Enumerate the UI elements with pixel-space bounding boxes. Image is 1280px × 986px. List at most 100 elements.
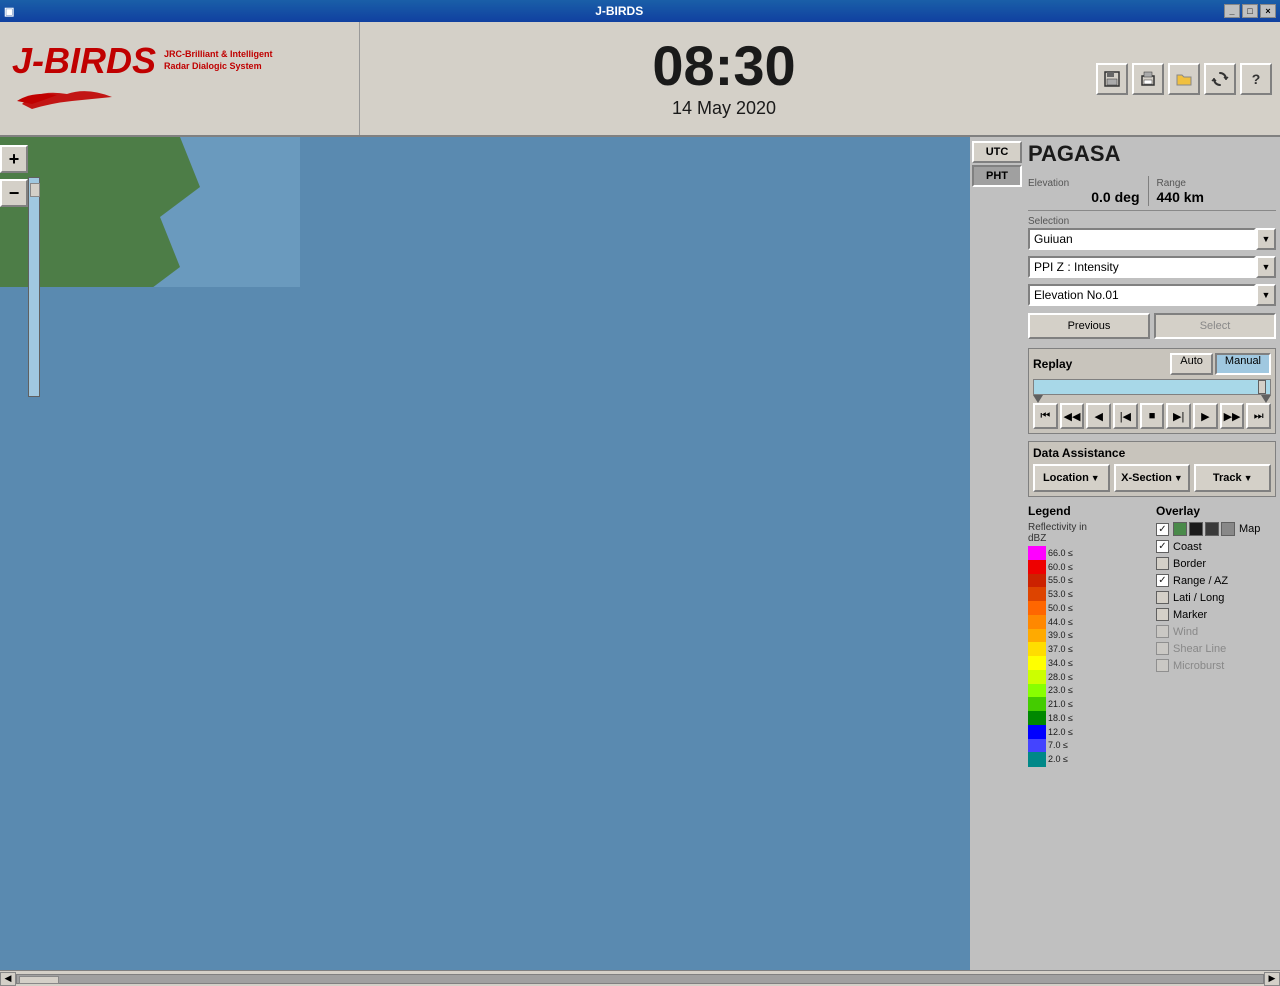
scale-swatch (1028, 574, 1046, 589)
skip-end-button[interactable]: ⏭ (1246, 403, 1271, 429)
overlay-checkbox-marker[interactable] (1156, 608, 1169, 621)
zoom-slider[interactable] (28, 177, 40, 397)
utc-pht-column: UTC PHT (970, 137, 1024, 970)
maximize-button[interactable]: □ (1242, 4, 1258, 18)
selection-dropdown-arrow[interactable]: ▼ (1256, 228, 1276, 250)
replay-slider-container (1033, 379, 1271, 395)
scale-label-item: 12.0 ≤ (1048, 725, 1073, 739)
pht-button[interactable]: PHT (972, 165, 1022, 187)
slider-left-marker (1033, 395, 1043, 403)
radar-map: 330km 220km 110km 220km 110km 110km 220k… (0, 137, 300, 287)
overlay-checkbox-border[interactable] (1156, 557, 1169, 570)
zoom-slider-thumb[interactable] (30, 183, 40, 197)
selection-dropdown-container: Guiuan ▼ (1028, 228, 1276, 250)
minimize-button[interactable]: _ (1224, 4, 1240, 18)
xsection-button[interactable]: X-Section ▼ (1114, 464, 1191, 492)
replay-header: Replay Auto Manual (1033, 353, 1271, 375)
scale-swatch (1028, 642, 1046, 657)
close-button[interactable]: × (1260, 4, 1276, 18)
data-assistance-buttons: Location ▼ X-Section ▼ Track ▼ (1033, 464, 1271, 492)
legend-bar: 66.0 ≤60.0 ≤55.0 ≤53.0 ≤50.0 ≤44.0 ≤39.0… (1028, 546, 1148, 766)
refresh-button[interactable] (1204, 63, 1236, 95)
overlay-item: Border (1156, 557, 1276, 570)
overlay-item: Microburst (1156, 659, 1276, 672)
replay-slider[interactable] (1033, 379, 1271, 395)
titlebar-title: J-BIRDS (595, 4, 643, 18)
save-button[interactable] (1096, 63, 1128, 95)
selection-row: Selection Guiuan ▼ (1028, 216, 1276, 250)
folder-button[interactable] (1168, 63, 1200, 95)
scale-swatch (1028, 546, 1046, 561)
select-button[interactable]: Select (1154, 313, 1276, 339)
skip-start-icon: ⏮ (1040, 410, 1050, 423)
print-button[interactable] (1132, 63, 1164, 95)
elevation-no-input[interactable]: Elevation No.01 (1028, 284, 1256, 306)
refresh-icon (1211, 70, 1229, 88)
location-dropdown-icon: ▼ (1091, 473, 1100, 483)
zoom-out-button[interactable]: − (0, 179, 28, 207)
step-forward-button[interactable]: ▶| (1166, 403, 1191, 429)
replay-mode-buttons: Auto Manual (1170, 353, 1271, 375)
elevation-no-arrow[interactable]: ▼ (1256, 284, 1276, 306)
legend-overlay-container: Legend Reflectivity in dBZ 66.0 ≤60.0 ≤5… (1028, 504, 1276, 770)
logo-subtitle: JRC-Brilliant & Intelligent Radar Dialog… (164, 49, 273, 72)
scale-swatch (1028, 670, 1046, 685)
date-display: 14 May 2020 (672, 98, 776, 119)
scroll-right-button[interactable]: ▶ (1264, 972, 1280, 986)
overlay-label-text: Border (1173, 558, 1206, 570)
overlay-item: Wind (1156, 625, 1276, 638)
selection-input[interactable]: Guiuan (1028, 228, 1256, 250)
data-assistance-section: Data Assistance Location ▼ X-Section ▼ T… (1028, 441, 1276, 497)
scroll-track[interactable] (16, 974, 1264, 984)
location-button[interactable]: Location ▼ (1033, 464, 1110, 492)
rewind-button[interactable]: ◀ (1086, 403, 1111, 429)
replay-section: Replay Auto Manual (1028, 348, 1276, 434)
overlay-checkbox-shear-line[interactable] (1156, 642, 1169, 655)
overlay-section: Overlay MapCoastBorderRange / AZLati / L… (1156, 504, 1276, 770)
manual-button[interactable]: Manual (1215, 353, 1271, 375)
help-button[interactable]: ? (1240, 63, 1272, 95)
overlay-label-text: Shear Line (1173, 643, 1226, 655)
skip-start-button[interactable]: ⏮ (1033, 403, 1058, 429)
overlay-label-text: Wind (1173, 626, 1198, 638)
overlay-label-text: Range / AZ (1173, 575, 1228, 587)
overlay-checkbox-lati---long[interactable] (1156, 591, 1169, 604)
bottom-scrollbar[interactable]: ◀ ▶ (0, 970, 1280, 986)
fast-forward-button[interactable]: ▶▶ (1220, 403, 1245, 429)
utc-button[interactable]: UTC (972, 141, 1022, 163)
overlay-checkbox-coast[interactable] (1156, 540, 1169, 553)
overlay-checkbox-wind[interactable] (1156, 625, 1169, 638)
overlay-item: Lati / Long (1156, 591, 1276, 604)
swatch (1173, 522, 1187, 536)
scale-label-item: 39.0 ≤ (1048, 629, 1073, 643)
replay-slider-thumb[interactable] (1258, 380, 1266, 394)
scroll-left-button[interactable]: ◀ (0, 972, 16, 986)
overlay-label-text: Marker (1173, 609, 1207, 621)
track-button[interactable]: Track ▼ (1194, 464, 1271, 492)
play-button[interactable]: ▶ (1193, 403, 1218, 429)
scale-swatch (1028, 560, 1046, 575)
ppi-input[interactable]: PPI Z : Intensity (1028, 256, 1256, 278)
overlay-checkbox-map[interactable] (1156, 523, 1169, 536)
overlay-checkbox-microburst[interactable] (1156, 659, 1169, 672)
datetime-area: 08:30 14 May 2020 (360, 22, 1088, 135)
step-back-button[interactable]: |◀ (1113, 403, 1138, 429)
rewind-fast-button[interactable]: ◀◀ (1060, 403, 1085, 429)
scale-labels: 66.0 ≤60.0 ≤55.0 ≤53.0 ≤50.0 ≤44.0 ≤39.0… (1048, 546, 1073, 766)
scale-swatch (1028, 656, 1046, 671)
auto-button[interactable]: Auto (1170, 353, 1213, 375)
previous-button[interactable]: Previous (1028, 313, 1150, 339)
ppi-dropdown-arrow[interactable]: ▼ (1256, 256, 1276, 278)
skip-end-icon: ⏭ (1254, 410, 1264, 423)
slider-right-marker (1261, 395, 1271, 403)
scale-label-item: 2.0 ≤ (1048, 752, 1073, 766)
elevation-value: 0.0 deg (1028, 189, 1148, 205)
overlay-checkbox-range---az[interactable] (1156, 574, 1169, 587)
stop-button[interactable]: ■ (1140, 403, 1165, 429)
scale-swatch (1028, 601, 1046, 616)
zoom-in-button[interactable]: + (0, 145, 28, 173)
titlebar-controls: _ □ × (1224, 4, 1276, 18)
scroll-thumb[interactable] (19, 976, 59, 984)
elevation-group: Elevation 0.0 deg (1028, 178, 1148, 205)
scale-label-item: 28.0 ≤ (1048, 670, 1073, 684)
